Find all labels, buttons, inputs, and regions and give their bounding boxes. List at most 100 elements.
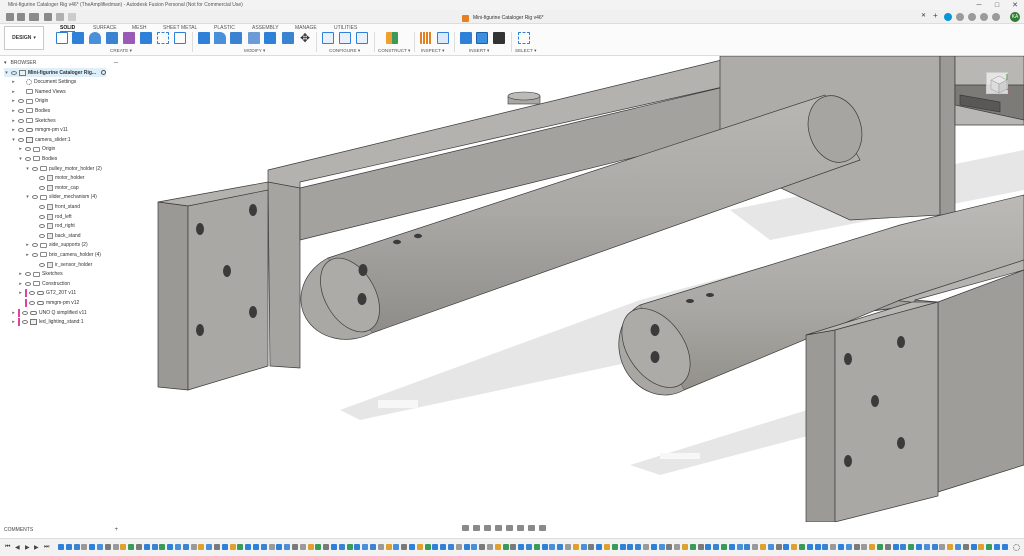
timeline-feature-icon[interactable] <box>705 544 712 550</box>
visibility-eye-icon[interactable] <box>18 99 24 104</box>
browser-item[interactable]: ▸ Origin <box>18 145 55 154</box>
configure-rule-icon[interactable] <box>339 32 351 44</box>
browser-item[interactable]: rod_left <box>32 212 72 221</box>
timeline-feature-icon[interactable] <box>276 544 283 550</box>
chevron-right-icon[interactable]: ▸ <box>11 319 16 325</box>
timeline-feature-icon[interactable] <box>143 544 150 550</box>
select-icon[interactable] <box>518 32 530 44</box>
chevron-right-icon[interactable]: ▸ <box>25 252 30 258</box>
browser-item[interactable]: ▾ slider_mechanism (4) <box>25 193 97 202</box>
timeline-feature-icon[interactable] <box>604 544 610 550</box>
timeline-feature-icon[interactable] <box>260 544 267 550</box>
form-icon[interactable] <box>123 32 135 44</box>
timeline-feature-icon[interactable] <box>955 544 961 550</box>
visibility-eye-icon[interactable] <box>29 291 35 296</box>
insert-derive-icon[interactable] <box>460 32 472 44</box>
hole-icon[interactable] <box>106 32 118 44</box>
browser-item[interactable]: ▸ Sketches <box>11 116 55 125</box>
timeline-feature-icon[interactable] <box>65 544 72 550</box>
timeline-feature-icon[interactable] <box>978 544 985 550</box>
display-settings-icon[interactable] <box>517 525 524 531</box>
timeline-feature-icon[interactable] <box>791 544 798 550</box>
timeline-feature-icon[interactable] <box>97 544 103 550</box>
user-avatar[interactable]: KA <box>1010 12 1020 22</box>
timeline-feature-icon[interactable] <box>182 544 189 550</box>
browser-header[interactable]: ▾ BROWSER ─ <box>4 59 120 67</box>
visibility-eye-icon[interactable] <box>39 224 45 229</box>
timeline-feature-icon[interactable] <box>128 544 135 550</box>
browser-item[interactable]: ▸ Construction <box>18 279 70 288</box>
configure-theme-icon[interactable] <box>356 32 368 44</box>
tab-sheet-metal[interactable]: SHEET METAL <box>163 25 197 31</box>
mirror-icon[interactable] <box>174 32 186 44</box>
timeline-feature-icon[interactable] <box>440 544 447 550</box>
timeline-feature-icon[interactable] <box>596 544 603 550</box>
timeline-feature-icon[interactable] <box>393 544 400 550</box>
timeline-feature-icon[interactable] <box>307 544 314 550</box>
timeline-feature-icon[interactable] <box>541 544 548 550</box>
timeline-feature-icon[interactable] <box>237 544 244 550</box>
timeline-feature-icon[interactable] <box>518 544 525 550</box>
visibility-eye-icon[interactable] <box>18 108 24 113</box>
collapse-browser-button[interactable]: ─ <box>114 60 118 66</box>
timeline-feature-icon[interactable] <box>783 544 790 550</box>
timeline-feature-icon[interactable] <box>775 544 782 550</box>
chamfer-icon[interactable] <box>230 32 242 44</box>
browser-item[interactable]: ▾ Mini-figurine Cataloger Rig... <box>4 68 107 77</box>
extrude-icon[interactable] <box>72 32 84 44</box>
timeline-feature-icon[interactable] <box>549 544 556 550</box>
chevron-down-icon[interactable]: ▾ <box>4 70 9 76</box>
timeline-feature-icon[interactable] <box>627 544 634 550</box>
construct-plane-icon[interactable] <box>386 32 398 44</box>
step-forward-icon[interactable]: ▶ <box>34 544 39 551</box>
timeline-feature-icon[interactable] <box>167 544 174 550</box>
timeline-feature-icon[interactable] <box>284 544 291 550</box>
timeline-feature-icon[interactable] <box>580 544 587 550</box>
inspect-menu[interactable]: INSPECT ▾ <box>421 48 444 54</box>
timeline-feature-icon[interactable] <box>611 544 618 550</box>
timeline-feature-icon[interactable] <box>931 544 938 550</box>
visibility-eye-icon[interactable] <box>39 262 45 267</box>
timeline-feature-icon[interactable] <box>299 544 306 550</box>
timeline-feature-icon[interactable] <box>136 544 142 550</box>
construct-menu[interactable]: CONSTRUCT ▾ <box>378 48 410 54</box>
visibility-eye-icon[interactable] <box>11 70 17 75</box>
timeline-feature-icon[interactable] <box>104 544 111 550</box>
comments-panel[interactable]: COMMENTS + <box>4 525 120 534</box>
visibility-eye-icon[interactable] <box>29 300 35 305</box>
timeline-feature-icon[interactable] <box>487 544 493 550</box>
help-icon[interactable] <box>992 13 1000 21</box>
combine-icon[interactable] <box>264 32 276 44</box>
timeline-feature-icon[interactable] <box>830 544 837 550</box>
visibility-eye-icon[interactable] <box>32 252 38 257</box>
timeline-feature-icon[interactable] <box>401 544 408 550</box>
timeline-feature-icon[interactable] <box>970 544 977 550</box>
new-tab-button[interactable]: + <box>933 11 938 20</box>
timeline-feature-icon[interactable] <box>526 544 532 550</box>
timeline-feature-icon[interactable] <box>658 544 665 550</box>
grid-settings-icon[interactable] <box>528 525 535 531</box>
look-at-icon[interactable] <box>473 525 480 531</box>
browser-item[interactable]: ▸ Named Views <box>11 87 66 96</box>
fit-icon[interactable] <box>506 525 513 531</box>
timeline-feature-icon[interactable] <box>416 544 423 550</box>
chevron-down-icon[interactable]: ▾ <box>4 60 7 66</box>
close-window-button[interactable]: ✕ <box>1006 0 1024 10</box>
browser-item[interactable]: ir_sensor_holder <box>32 260 92 269</box>
timeline-feature-icon[interactable] <box>198 544 205 550</box>
timeline-feature-icon[interactable] <box>221 544 228 550</box>
chevron-down-icon[interactable]: ▾ <box>18 156 23 162</box>
timeline-feature-icon[interactable] <box>767 544 774 550</box>
timeline-feature-icon[interactable] <box>377 544 384 550</box>
timeline-feature-icon[interactable] <box>721 544 727 550</box>
timeline-feature-icon[interactable] <box>853 544 860 550</box>
chevron-down-icon[interactable]: ▾ <box>25 166 30 172</box>
timeline-feature-icon[interactable] <box>533 544 540 550</box>
timeline-feature-icon[interactable] <box>572 544 579 550</box>
browser-item[interactable]: ▸ brio_camera_holder (4) <box>25 250 101 259</box>
undo-icon[interactable] <box>56 13 64 21</box>
timeline-feature-icon[interactable] <box>752 544 759 550</box>
browser-item[interactable]: ▾ Bodies <box>18 154 57 163</box>
home-icon[interactable] <box>6 13 14 21</box>
timeline-feature-icon[interactable] <box>736 544 743 550</box>
